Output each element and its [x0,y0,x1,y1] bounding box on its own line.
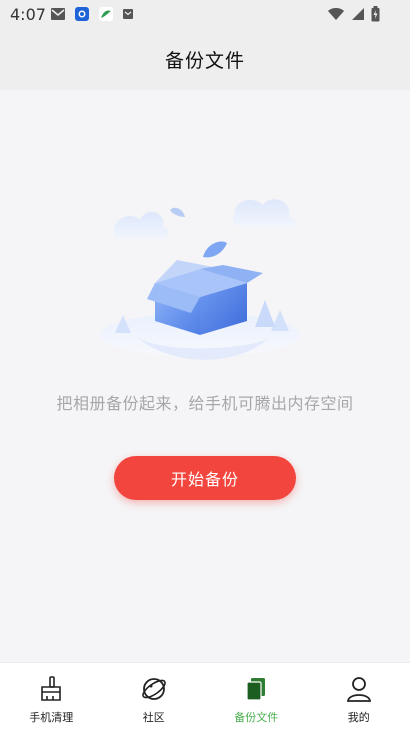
status-icons-right [327,6,380,22]
tab-community[interactable]: 社区 [103,663,206,730]
empty-message: 把相册备份起来，给手机可腾出内存空间 [0,390,410,414]
bottom-nav: 手机清理 社区 备份文件 我的 [0,662,410,730]
tab-label: 我的 [348,709,370,725]
wifi-icon [327,7,345,21]
broom-icon [37,675,65,703]
sim-icon [122,8,134,20]
tab-backup-files[interactable]: 备份文件 [205,663,308,730]
tab-label: 社区 [143,709,165,725]
status-bar: 4:07 [0,0,410,28]
status-icons-left [50,6,134,22]
app-icon [98,6,114,22]
tab-label: 备份文件 [234,709,278,725]
planet-icon [140,675,168,703]
signal-icon [351,7,365,21]
start-backup-button-label: 开始备份 [171,466,239,490]
person-icon [345,675,373,703]
status-time: 4:07 [10,5,46,24]
battery-icon [371,6,380,22]
files-icon [242,675,270,703]
gmail-icon [50,7,66,21]
page-title: 备份文件 [165,46,245,73]
tab-label: 手机清理 [29,709,73,725]
empty-box-illustration [95,165,315,375]
main-content: 把相册备份起来，给手机可腾出内存空间 开始备份 [0,90,410,662]
tab-mine[interactable]: 我的 [308,663,410,730]
chrome-icon [74,6,90,22]
tab-phone-clean[interactable]: 手机清理 [0,663,103,730]
start-backup-button[interactable]: 开始备份 [114,456,296,500]
app-header: 备份文件 [0,28,410,90]
